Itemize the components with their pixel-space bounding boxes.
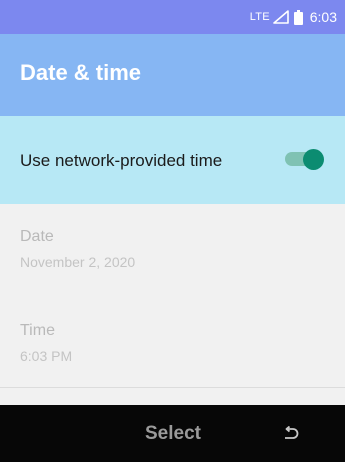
time-setting[interactable]: Time 6:03 PM [0,322,345,364]
network-time-setting[interactable]: Use network-provided time [0,116,345,204]
battery-icon [293,9,303,25]
network-time-label: Use network-provided time [20,150,223,170]
status-clock: 6:03 [309,9,337,25]
back-icon[interactable] [282,426,300,442]
network-type-label: LTE [249,11,270,23]
date-setting[interactable]: Date November 2, 2020 [0,228,345,270]
softkey-bar: Select [0,405,345,462]
date-value: November 2, 2020 [20,254,136,270]
page-title: Date & time [20,60,142,85]
network-time-toggle[interactable] [285,149,325,170]
screen: LTE 6:03 Date & time Use network-provide… [0,0,345,462]
date-title: Date [20,228,54,245]
time-value: 6:03 PM [20,348,73,364]
divider [0,387,345,388]
toggle-thumb [303,149,324,170]
signal-icon [272,10,289,24]
time-title: Time [20,322,55,339]
status-bar: LTE 6:03 [0,0,345,34]
app-header: Date & time [0,34,345,116]
